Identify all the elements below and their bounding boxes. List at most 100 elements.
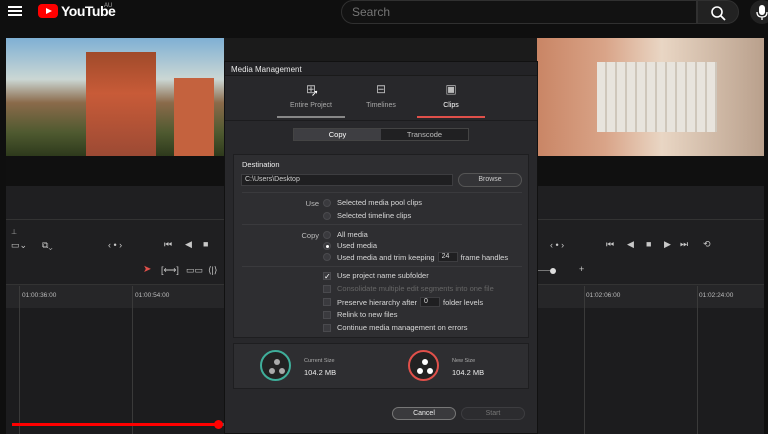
loop-icon[interactable]: ⟲ bbox=[703, 239, 711, 250]
blade-icon[interactable]: ▭▭ bbox=[186, 265, 203, 276]
tab-label: Clips bbox=[443, 102, 459, 109]
trim-icon[interactable]: [⟷] bbox=[161, 265, 179, 276]
ruler-tick bbox=[584, 286, 585, 434]
use-timeline-clips-option[interactable]: Selected timeline clips bbox=[323, 211, 411, 220]
tab-timelines[interactable]: ⊟ Timelines bbox=[347, 79, 415, 119]
option-label: All media bbox=[337, 230, 368, 239]
zoom-slider-knob[interactable] bbox=[550, 268, 556, 274]
skip-back-icon[interactable]: ⏮ bbox=[606, 239, 614, 250]
copy-all-media-option[interactable]: All media bbox=[323, 230, 368, 239]
slip-icon[interactable]: ⟨|⟩ bbox=[208, 265, 217, 276]
region-code: AU bbox=[104, 3, 113, 9]
checkbox[interactable] bbox=[323, 284, 331, 293]
nav-prev-next-icon[interactable]: ‹ • › bbox=[550, 240, 564, 250]
voice-search-button[interactable] bbox=[750, 0, 768, 24]
search-input[interactable] bbox=[342, 1, 696, 23]
play-back-icon[interactable]: ◀ bbox=[185, 239, 192, 250]
stop-icon[interactable]: ■ bbox=[203, 239, 208, 249]
folder-levels-suffix: folder levels bbox=[443, 297, 484, 307]
new-size-value: 104.2 MB bbox=[452, 368, 485, 377]
tab-label: Timelines bbox=[366, 102, 396, 109]
current-size-label: Current Size bbox=[304, 358, 335, 364]
viewer-timeline-image bbox=[537, 38, 764, 156]
divider bbox=[225, 120, 537, 121]
skip-back-icon[interactable]: ⏮ bbox=[164, 239, 172, 250]
checkbox[interactable] bbox=[323, 310, 331, 319]
stop-icon[interactable]: ■ bbox=[646, 239, 651, 249]
folder-levels-stepper[interactable]: 0 bbox=[420, 297, 441, 307]
current-size-value: 104.2 MB bbox=[304, 368, 337, 377]
playhead-marker-icon: ⊥ bbox=[11, 229, 18, 236]
browse-button[interactable]: Browse bbox=[458, 173, 522, 187]
option-label: Relink to new files bbox=[337, 310, 398, 319]
option-label: Consolidate multiple edit segments into … bbox=[337, 284, 494, 293]
clip-view-icon[interactable]: ⧉⌄ bbox=[42, 240, 53, 251]
zoom-slider-track[interactable] bbox=[536, 270, 550, 271]
radio-button[interactable] bbox=[323, 198, 331, 207]
destination-path-field[interactable]: C:\Users\Desktop bbox=[241, 174, 453, 186]
timeline-icon: ⊟ bbox=[375, 82, 387, 96]
ruler-tick bbox=[19, 286, 20, 434]
zoom-in-icon[interactable]: + bbox=[579, 264, 584, 274]
menu-icon[interactable] bbox=[8, 4, 22, 18]
copy-used-media-option[interactable]: Used media bbox=[323, 241, 377, 250]
search-icon bbox=[711, 6, 726, 21]
handles-stepper[interactable]: 24 bbox=[437, 252, 458, 262]
ruler-tick bbox=[132, 286, 133, 434]
option-label: Selected media pool clips bbox=[337, 198, 423, 207]
radio-button[interactable] bbox=[323, 230, 331, 239]
timecode-label: 01:00:36:00 bbox=[22, 292, 57, 299]
divider bbox=[242, 224, 522, 225]
use-media-pool-option[interactable]: Selected media pool clips bbox=[323, 198, 422, 207]
start-button[interactable]: Start bbox=[461, 407, 525, 420]
option-label: Preserve hierarchy after bbox=[337, 297, 418, 307]
consolidate-segments-checkbox[interactable]: Consolidate multiple edit segments into … bbox=[323, 284, 494, 293]
tab-clips[interactable]: ▣ Clips bbox=[417, 79, 485, 119]
copy-used-media-trim-option[interactable]: Used media and trim keeping 24 frame han… bbox=[323, 252, 508, 262]
play-back-icon[interactable]: ◀ bbox=[627, 239, 634, 250]
checkbox[interactable] bbox=[323, 298, 331, 306]
select-icon[interactable]: ➤ bbox=[143, 264, 151, 275]
checkbox[interactable] bbox=[323, 323, 331, 332]
youtube-play-icon bbox=[38, 4, 58, 18]
video-scrubber[interactable] bbox=[214, 420, 223, 429]
option-label: Used media and trim keeping bbox=[337, 252, 435, 262]
skip-forward-icon[interactable]: ⏭ bbox=[680, 239, 688, 250]
search-box[interactable] bbox=[341, 0, 697, 24]
tab-entire-project[interactable]: ⊞ Entire Project bbox=[277, 79, 345, 119]
copy-label: Copy bbox=[301, 231, 319, 240]
size-summary-panel: Current Size 104.2 MB New Size 104.2 MB bbox=[233, 343, 529, 389]
transcode-mode-button[interactable]: Transcode bbox=[381, 129, 468, 140]
preserve-hierarchy-checkbox[interactable]: Preserve hierarchy after 0 folder levels bbox=[323, 297, 483, 307]
settings-panel: Destination C:\Users\Desktop Browse Use … bbox=[233, 154, 529, 338]
nav-prev-next-icon[interactable]: ‹ • › bbox=[108, 240, 122, 250]
use-label: Use bbox=[305, 199, 319, 208]
divider bbox=[242, 192, 522, 193]
radio-button[interactable] bbox=[323, 211, 331, 220]
layout-icon[interactable]: ▭⌄ bbox=[11, 240, 27, 251]
relink-checkbox[interactable]: Relink to new files bbox=[323, 310, 397, 319]
continue-on-errors-checkbox[interactable]: Continue media management on errors bbox=[323, 323, 468, 332]
handles-suffix: frame handles bbox=[460, 252, 509, 262]
copy-transcode-toggle: Copy Transcode bbox=[293, 128, 469, 141]
use-project-subfolder-checkbox[interactable]: ✓ Use project name subfolder bbox=[323, 271, 429, 280]
copy-mode-button[interactable]: Copy bbox=[294, 129, 381, 140]
radio-button-selected[interactable] bbox=[323, 241, 331, 250]
ruler-tick bbox=[697, 286, 698, 434]
clips-icon: ▣ bbox=[445, 82, 457, 96]
tab-underline bbox=[417, 116, 485, 118]
option-label: Selected timeline clips bbox=[337, 211, 412, 220]
search-button[interactable] bbox=[697, 0, 739, 24]
checkbox-checked[interactable]: ✓ bbox=[323, 271, 331, 280]
tab-underline bbox=[277, 116, 345, 118]
viewer-source-image bbox=[6, 38, 224, 156]
cancel-button[interactable]: Cancel bbox=[392, 407, 456, 420]
option-label: Use project name subfolder bbox=[337, 271, 429, 280]
option-label: Used media bbox=[337, 241, 378, 250]
dialog-title: Media Management bbox=[231, 65, 302, 74]
radio-button[interactable] bbox=[323, 253, 331, 261]
new-size-label: New Size bbox=[452, 358, 476, 364]
timecode-label: 01:02:24:00 bbox=[699, 292, 734, 299]
destination-label: Destination bbox=[242, 160, 280, 169]
play-icon[interactable]: ▶ bbox=[664, 239, 671, 250]
